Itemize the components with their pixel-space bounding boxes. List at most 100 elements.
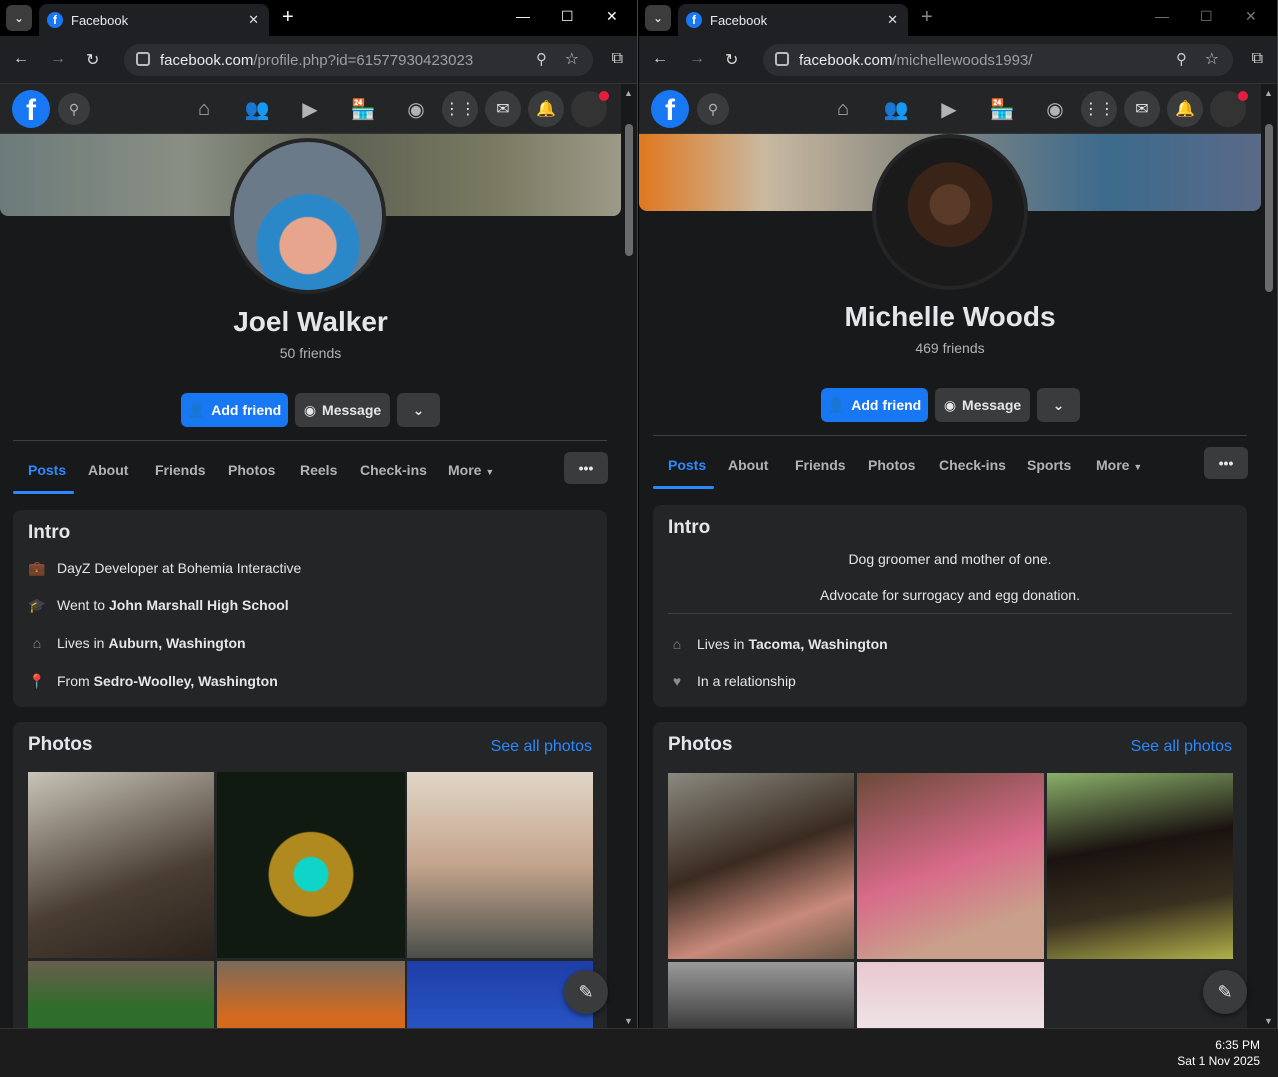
friends-count[interactable]: 50 friends	[0, 345, 621, 361]
tab-about[interactable]: About	[728, 457, 768, 473]
tab-friends[interactable]: Friends	[795, 457, 846, 473]
tab-reels[interactable]: Reels	[300, 462, 337, 478]
notifications-bell-icon[interactable]: 🔔	[528, 91, 564, 127]
friends-icon[interactable]: 👥	[244, 96, 270, 122]
new-tab-button[interactable]: +	[921, 6, 933, 29]
tab-search-button[interactable]: ⌄	[645, 5, 671, 31]
friends-icon[interactable]: 👥	[883, 96, 909, 122]
photo-thumbnail[interactable]	[217, 961, 405, 1028]
video-icon[interactable]: ▶	[297, 96, 323, 122]
maximize-button[interactable]: ☐	[1200, 8, 1213, 25]
marketplace-icon[interactable]: 🏪	[989, 96, 1015, 122]
see-all-photos-link[interactable]: See all photos	[1131, 738, 1232, 756]
photo-thumbnail[interactable]	[857, 962, 1044, 1028]
minimize-button[interactable]: —	[1155, 8, 1169, 24]
tab-search-button[interactable]: ⌄	[6, 5, 32, 31]
browser-tab[interactable]: f Facebook ✕	[39, 4, 269, 36]
photo-thumbnail[interactable]	[1047, 773, 1233, 959]
url-field[interactable]: facebook.com/profile.php?id=615779304230…	[124, 44, 593, 76]
bookmark-star-icon[interactable]: ☆	[565, 49, 579, 69]
photo-thumbnail[interactable]	[28, 772, 214, 958]
account-avatar[interactable]	[1210, 91, 1248, 127]
facebook-logo-icon[interactable]: f	[12, 90, 50, 128]
search-icon[interactable]: ⚲	[697, 93, 729, 125]
profile-options-button[interactable]: •••	[564, 452, 608, 484]
scrollbar[interactable]: ▲ ▼	[621, 84, 637, 1028]
profile-picture[interactable]	[230, 138, 386, 294]
scrollbar-thumb[interactable]	[1265, 124, 1273, 292]
home-icon[interactable]: ⌂	[830, 96, 856, 122]
photo-thumbnail[interactable]	[28, 961, 214, 1028]
add-friend-button[interactable]: 👤 Add friend	[181, 393, 288, 427]
extensions-icon[interactable]: ⧉	[612, 50, 623, 68]
search-icon[interactable]: ⚲	[58, 93, 90, 125]
close-tab-icon[interactable]: ✕	[887, 12, 898, 28]
new-tab-button[interactable]: +	[282, 6, 294, 29]
tab-check-ins[interactable]: Check-ins	[939, 457, 1006, 473]
scrollbar[interactable]: ▲ ▼	[1261, 84, 1277, 1028]
more-actions-button[interactable]: ⌄	[1037, 388, 1080, 422]
messenger-icon[interactable]: ✉	[485, 91, 521, 127]
more-actions-button[interactable]: ⌄	[397, 393, 440, 427]
extensions-icon[interactable]: ⧉	[1252, 50, 1263, 68]
zoom-icon[interactable]: ⚲	[536, 50, 547, 68]
menu-grid-icon[interactable]: ⋮⋮	[442, 91, 478, 127]
compose-edit-icon[interactable]: ✎	[1203, 970, 1247, 1014]
photo-thumbnail[interactable]	[668, 773, 854, 959]
back-button[interactable]: ←	[13, 50, 29, 68]
tab-friends[interactable]: Friends	[155, 462, 206, 478]
groups-icon[interactable]: ◉	[403, 96, 429, 122]
friends-count[interactable]: 469 friends	[639, 340, 1261, 356]
minimize-button[interactable]: —	[516, 8, 530, 24]
menu-grid-icon[interactable]: ⋮⋮	[1081, 91, 1117, 127]
tab-photos[interactable]: Photos	[228, 462, 275, 478]
photo-thumbnail[interactable]	[857, 773, 1044, 959]
zoom-icon[interactable]: ⚲	[1176, 50, 1187, 68]
groups-icon[interactable]: ◉	[1042, 96, 1068, 122]
tab-more[interactable]: More ▼	[1096, 457, 1142, 473]
tab-check-ins[interactable]: Check-ins	[360, 462, 427, 478]
profile-picture[interactable]	[872, 134, 1028, 290]
scroll-up-arrow-icon[interactable]: ▲	[1264, 88, 1273, 98]
tab-posts[interactable]: Posts	[668, 457, 706, 473]
close-tab-icon[interactable]: ✕	[248, 12, 259, 28]
city-link[interactable]: Tacoma, Washington	[748, 636, 887, 652]
bookmark-star-icon[interactable]: ☆	[1205, 49, 1219, 69]
add-friend-button[interactable]: 👤 Add friend	[821, 388, 928, 422]
messenger-icon[interactable]: ✉	[1124, 91, 1160, 127]
home-icon[interactable]: ⌂	[191, 96, 217, 122]
facebook-logo-icon[interactable]: f	[651, 90, 689, 128]
maximize-button[interactable]: ☐	[561, 8, 574, 25]
account-avatar[interactable]	[571, 91, 609, 127]
hometown-link[interactable]: Sedro-Woolley, Washington	[94, 673, 278, 689]
tab-more[interactable]: More ▼	[448, 462, 494, 478]
marketplace-icon[interactable]: 🏪	[350, 96, 376, 122]
tab-about[interactable]: About	[88, 462, 128, 478]
site-settings-icon[interactable]	[136, 52, 150, 66]
scrollbar-thumb[interactable]	[625, 124, 633, 256]
message-button[interactable]: ◉ Message	[935, 388, 1030, 422]
message-button[interactable]: ◉ Message	[295, 393, 390, 427]
compose-edit-icon[interactable]: ✎	[564, 970, 608, 1014]
site-settings-icon[interactable]	[775, 52, 789, 66]
photo-thumbnail[interactable]	[668, 962, 854, 1028]
forward-button[interactable]: →	[689, 50, 705, 68]
see-all-photos-link[interactable]: See all photos	[491, 738, 592, 756]
notifications-bell-icon[interactable]: 🔔	[1167, 91, 1203, 127]
photo-thumbnail[interactable]	[217, 772, 405, 958]
scroll-up-arrow-icon[interactable]: ▲	[624, 88, 633, 98]
browser-tab[interactable]: f Facebook ✕	[678, 4, 908, 36]
back-button[interactable]: ←	[652, 50, 668, 68]
profile-options-button[interactable]: •••	[1204, 447, 1248, 479]
tab-posts[interactable]: Posts	[28, 462, 66, 478]
scroll-down-arrow-icon[interactable]: ▼	[1264, 1016, 1273, 1026]
video-icon[interactable]: ▶	[936, 96, 962, 122]
url-field[interactable]: facebook.com/michellewoods1993/ ⚲ ☆	[763, 44, 1233, 76]
photo-thumbnail[interactable]	[407, 772, 593, 958]
close-window-button[interactable]: ✕	[606, 8, 618, 25]
tab-photos[interactable]: Photos	[868, 457, 915, 473]
system-clock[interactable]: 6:35 PM Sat 1 Nov 2025	[1177, 1037, 1260, 1069]
reload-button[interactable]: ↻	[86, 50, 99, 70]
city-link[interactable]: Auburn, Washington	[108, 635, 245, 651]
school-link[interactable]: John Marshall High School	[109, 597, 289, 613]
